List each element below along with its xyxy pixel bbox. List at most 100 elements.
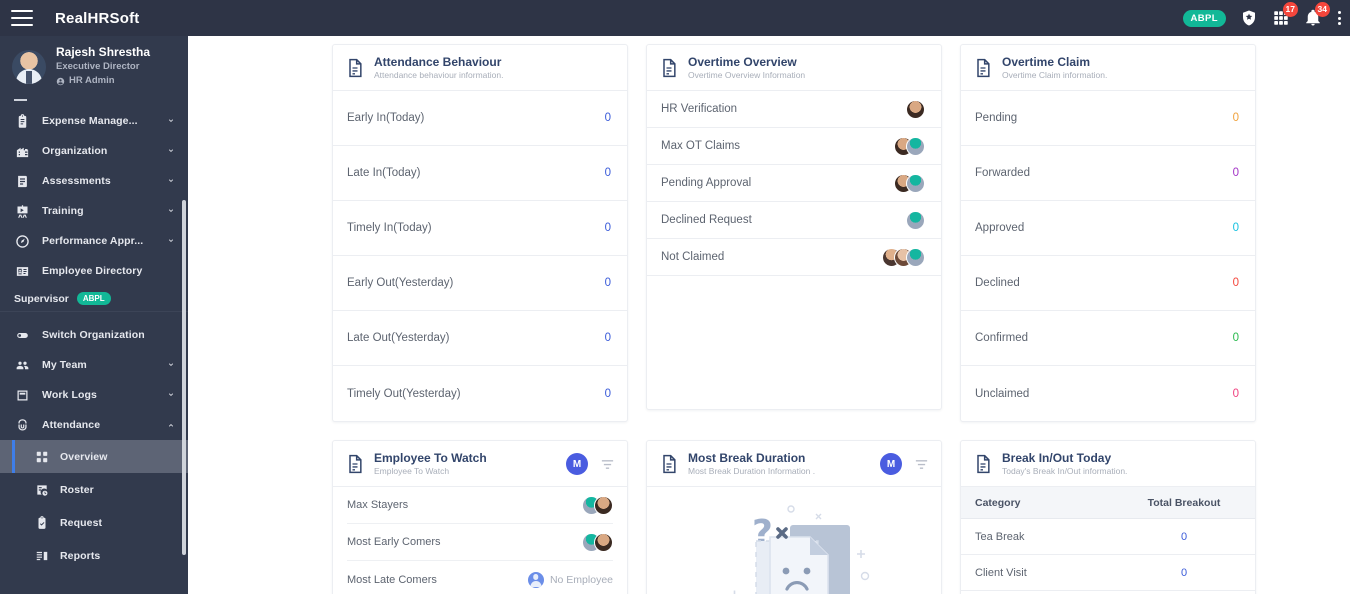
table-row[interactable]: Confirmed 0	[961, 311, 1255, 366]
list-item[interactable]: Max Stayers	[347, 487, 613, 524]
chevron-down-icon[interactable]	[166, 116, 176, 126]
avatar-group[interactable]	[582, 532, 613, 552]
filter-icon[interactable]	[914, 457, 929, 472]
sidebar-item-label: Employee Directory	[42, 265, 143, 277]
card-break-in-out-today: Break In/Out Today Today's Break In/Out …	[960, 440, 1256, 594]
table-row[interactable]: Declined Request	[647, 202, 941, 239]
table-row[interactable]: Pending 0	[961, 91, 1255, 146]
cell-total: 0	[1180, 566, 1188, 579]
no-data-sad-document-illustration: ?	[733, 505, 870, 594]
row-value: 0	[1232, 387, 1239, 400]
table-row[interactable]: Timely In(Today) 0	[333, 201, 627, 256]
chevron-down-icon[interactable]	[166, 360, 176, 370]
sidebar-item-employee-directory[interactable]: Employee Directory	[0, 256, 188, 286]
month-toggle-button[interactable]: M	[566, 453, 588, 475]
top-bar-actions: ABPL 17 34	[1182, 0, 1342, 36]
table-row[interactable]: Declined 0	[961, 256, 1255, 311]
table-row[interactable]: Pending Approval	[647, 165, 941, 202]
table-row[interactable]: Forwarded 0	[961, 146, 1255, 201]
sidebar-scrollbar[interactable]	[182, 200, 186, 555]
card-overtime-claim: Overtime Claim Overtime Claim informatio…	[960, 44, 1256, 422]
sidebar-item-roster[interactable]: Roster	[0, 473, 188, 506]
chevron-down-icon[interactable]	[166, 236, 176, 246]
table-row[interactable]: Late In(Today) 0	[333, 146, 627, 201]
card-header: Attendance Behaviour Attendance behaviou…	[333, 45, 627, 91]
card-employee-to-watch: Employee To Watch Employee To Watch M Ma…	[332, 440, 628, 594]
sidebar-item-switch-organization[interactable]: Switch Organization	[0, 320, 188, 350]
sidebar-profile[interactable]: Rajesh Shrestha Executive Director HR Ad…	[0, 36, 188, 94]
card-header-actions: M	[880, 453, 929, 475]
row-label: Pending Approval	[661, 177, 752, 189]
profile-role: HR Admin	[56, 74, 150, 88]
sidebar-item-my-team[interactable]: My Team	[0, 350, 188, 380]
table-row[interactable]: Not Claimed	[647, 239, 941, 276]
assessments-icon	[14, 173, 31, 190]
apps-grid-icon[interactable]: 17	[1272, 2, 1298, 27]
table-row[interactable]: Max OT Claims	[647, 128, 941, 165]
column-header-category: Category	[975, 496, 1021, 509]
row-value: 0	[604, 222, 611, 234]
chevron-down-icon[interactable]	[166, 146, 176, 156]
sidebar-item-request[interactable]: Request	[0, 506, 188, 539]
avatar	[594, 495, 613, 515]
dashboard-grid: Attendance Behaviour Attendance behaviou…	[188, 44, 1350, 594]
sidebar-item-training[interactable]: Training	[0, 196, 188, 226]
table-row[interactable]: HR Verification	[647, 91, 941, 128]
cell-category: Client Visit	[975, 566, 1027, 579]
card-title: Employee To Watch	[374, 451, 487, 465]
avatar-group[interactable]	[882, 247, 925, 267]
row-value: 0	[1232, 332, 1239, 344]
document-icon	[973, 454, 993, 474]
id-card-icon	[14, 263, 31, 280]
list-item[interactable]: Most Early Comers	[347, 524, 613, 561]
chevron-up-icon[interactable]	[166, 420, 176, 430]
table-row[interactable]: Timely Out(Yesterday) 0	[333, 366, 627, 421]
table-row[interactable]: Tea Break 0	[961, 519, 1255, 555]
hamburger-icon[interactable]	[11, 10, 33, 26]
sidebar-item-attendance[interactable]: Attendance	[0, 410, 188, 440]
vertical-dots-icon[interactable]	[1338, 11, 1342, 25]
avatar-group[interactable]	[894, 173, 925, 193]
sidebar-item-organization[interactable]: Organization	[0, 136, 188, 166]
chevron-down-icon[interactable]	[166, 390, 176, 400]
sidebar-item-performance-appraisal[interactable]: Performance Appr...	[0, 226, 188, 256]
table-row[interactable]: Early Out(Yesterday) 0	[333, 256, 627, 311]
table-header: Category Total Breakout	[961, 487, 1255, 519]
sidebar-item-label: Performance Appr...	[42, 235, 144, 247]
table-row[interactable]: Client Visit 0	[961, 555, 1255, 591]
switch-icon	[14, 327, 31, 344]
bell-icon[interactable]: 34	[1304, 2, 1330, 27]
sidebar-item-truncated[interactable]	[0, 94, 188, 106]
avatar	[906, 99, 925, 119]
reports-icon	[34, 548, 50, 564]
month-toggle-button[interactable]: M	[880, 453, 902, 475]
chevron-down-icon[interactable]	[166, 176, 176, 186]
sidebar-subitem-label: Request	[60, 516, 103, 529]
row-value: 0	[1232, 222, 1239, 234]
sidebar-item-expense-management[interactable]: Expense Manage...	[0, 106, 188, 136]
list-item[interactable]: Most Late Comers No Employee	[347, 561, 613, 594]
card-empty-space	[647, 276, 941, 409]
avatar-group[interactable]	[894, 136, 925, 156]
shield-star-icon[interactable]	[1240, 9, 1258, 27]
avatar-group[interactable]	[906, 210, 925, 230]
table-row[interactable]: Approved 0	[961, 201, 1255, 256]
chevron-down-icon[interactable]	[166, 206, 176, 216]
avatar-group[interactable]	[582, 495, 613, 515]
document-icon	[973, 58, 993, 78]
filter-icon[interactable]	[600, 457, 615, 472]
row-label: Late In(Today)	[347, 167, 421, 179]
sidebar-item-work-logs[interactable]: Work Logs	[0, 380, 188, 410]
card-header: Overtime Claim Overtime Claim informatio…	[961, 45, 1255, 91]
avatar-group[interactable]	[906, 99, 925, 119]
card-header: Overtime Overview Overtime Overview Info…	[647, 45, 941, 91]
table-row[interactable]: Early In(Today) 0	[333, 91, 627, 146]
table-row[interactable]: Late Out(Yesterday) 0	[333, 311, 627, 366]
sidebar-item-overview[interactable]: Overview	[0, 440, 188, 473]
org-chip[interactable]: ABPL	[1182, 9, 1226, 27]
sidebar-item-reports[interactable]: Reports	[0, 539, 188, 572]
sidebar-subitem-label: Reports	[60, 549, 101, 562]
sidebar-item-assessments[interactable]: Assessments	[0, 166, 188, 196]
user-circle-icon	[56, 77, 65, 85]
table-row[interactable]: Unclaimed 0	[961, 366, 1255, 421]
